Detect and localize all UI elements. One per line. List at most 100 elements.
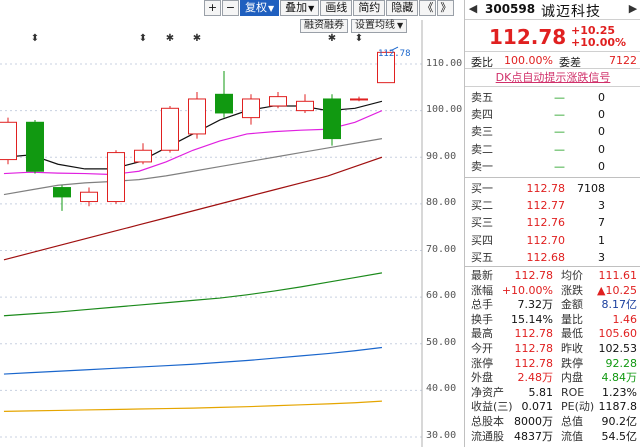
kline-chart-area[interactable]: ⬍ ⬍ ✱ ✱ ✱ ⬍ + − 复权▼ 叠加▼ 画线 简约 隐藏 《 》 融资融券 设置均… [0, 0, 464, 447]
y-tick-label: 80.00 [426, 197, 457, 208]
y-tick-label: 60.00 [426, 290, 457, 301]
dk-signal-link[interactable]: DK点自动提示涨跌信号 [496, 71, 611, 84]
zoom-in-button[interactable]: + [204, 0, 221, 16]
bid-level-label: 买五 [471, 250, 493, 264]
stat-label: 内盘 [561, 371, 583, 385]
quote-panel: ◀ 300598 诚迈科技 ▶ 112.78 +10.25 +10.00% 委比… [464, 0, 640, 447]
stat-row: 总股本 8000万 总值 90.2亿 [465, 415, 640, 429]
stat-row: 最高 112.78 最低 105.60 [465, 327, 640, 341]
ask-row: 卖五 — 0 [465, 89, 640, 106]
stat-value: 111.61 [598, 269, 638, 282]
event-marker-icon: ⬍ [355, 33, 363, 44]
overlay-label: 叠加 [285, 1, 308, 14]
event-marker-icon: ✱ [193, 33, 201, 44]
next-stock-icon[interactable]: ▶ [627, 2, 639, 16]
stat-label: 均价 [561, 269, 583, 282]
stat-value: 54.5亿 [601, 429, 638, 443]
bid-level-label: 买一 [471, 182, 493, 195]
margin-trading-button[interactable]: 融资融券 [300, 19, 348, 33]
chart-subbar: 融资融券 设置均线 ▼ [300, 19, 410, 33]
ask-volume: 0 [598, 142, 605, 156]
candle-up [269, 96, 287, 107]
quote-summary: 112.78 +10.25 +10.00% [465, 21, 640, 52]
draw-line-button[interactable]: 画线 [320, 0, 353, 16]
fuquan-label: 复权 [245, 1, 267, 14]
order-diff-value: 7122 [609, 54, 637, 67]
overlay-button[interactable]: 叠加▼ [280, 0, 320, 16]
stat-row: 换手 15.14% 量比 1.46 [465, 313, 640, 327]
stat-row: 外盘 2.48万 内盘 4.84万 [465, 371, 640, 385]
prev-stock-icon[interactable]: ◀ [467, 2, 479, 16]
ask-volume: 0 [598, 159, 605, 173]
ask-level-label: 卖一 [471, 159, 493, 173]
ask-row: 卖二 — 0 [465, 141, 640, 158]
stat-label: 总股本 [471, 415, 504, 428]
chart-toolbar: + − 复权▼ 叠加▼ 画线 简约 隐藏 《 》 [204, 0, 455, 16]
candle-up [296, 100, 314, 112]
simple-mode-button[interactable]: 简约 [353, 0, 386, 16]
stat-value: 92.28 [605, 356, 638, 370]
stat-value: 8.17亿 [601, 298, 638, 312]
stat-value: 102.53 [598, 342, 638, 355]
y-tick-label: 90.00 [426, 151, 457, 162]
ma-line-ma20 [3, 138, 383, 196]
bid-row: 买四 112.70 1 [465, 232, 640, 249]
ask-price: — [554, 125, 565, 139]
stat-value: 105.60 [598, 327, 638, 341]
fuquan-button[interactable]: 复权▼ [240, 0, 280, 16]
stat-label: 最新 [471, 269, 493, 282]
bid-level-label: 买四 [471, 233, 493, 247]
stat-row: 今开 112.78 昨收 102.53 [465, 342, 640, 356]
y-tick-label: 100.00 [426, 104, 463, 115]
stat-row: 流通股 4837万 流值 54.5亿 [465, 430, 640, 444]
next-period-button[interactable]: 》 [437, 0, 455, 16]
stat-value: 1187.8 [598, 400, 638, 414]
stat-label: 涨停 [471, 356, 493, 370]
hide-button[interactable]: 隐藏 [386, 0, 419, 16]
stat-value: 5.81 [528, 385, 554, 399]
ask-level-label: 卖四 [471, 108, 493, 122]
stat-label: ROE [561, 385, 585, 399]
stat-row: 收益(三) 0.071 PE(动) 1187.8 [465, 400, 640, 414]
stat-label: 今开 [471, 342, 493, 355]
candle-up [134, 149, 152, 163]
event-marker-icon: ✱ [328, 33, 336, 44]
prev-period-button[interactable]: 《 [419, 0, 437, 16]
candle-down [26, 121, 44, 172]
zoom-out-button[interactable]: − [222, 0, 239, 16]
bid-price: 112.68 [526, 250, 566, 264]
bid-row: 买一 112.78 7108 [465, 180, 640, 197]
stat-label: 量比 [561, 312, 583, 326]
stat-value: 112.78 [514, 327, 554, 341]
candle-up [80, 191, 98, 203]
y-tick-label: 110.00 [426, 58, 463, 69]
y-tick-label: 30.00 [426, 430, 457, 441]
stat-row: 净资产 5.81 ROE 1.23% [465, 386, 640, 400]
stat-row: 最新 112.78 均价 111.61 [465, 269, 640, 283]
ask-price: — [554, 108, 565, 122]
stat-value: 112.78 [514, 356, 554, 370]
candle-up [350, 98, 368, 101]
candle-up [161, 107, 179, 151]
bid-row: 买三 112.76 7 [465, 214, 640, 231]
stat-value: 90.2亿 [601, 415, 638, 428]
stock-code: 300598 [485, 2, 536, 16]
ma-line-ma250 [3, 346, 383, 375]
y-tick-label: 50.00 [426, 337, 457, 348]
stat-value: 4.84万 [601, 371, 638, 385]
book-divider [465, 177, 640, 178]
ma-settings-button[interactable]: 设置均线 ▼ [351, 19, 408, 33]
y-tick-label: 40.00 [426, 383, 457, 394]
bid-level-label: 买二 [471, 199, 493, 213]
change-block: +10.25 +10.00% [571, 25, 626, 49]
stat-label: 总手 [471, 298, 493, 312]
order-ratio-value: 100.00% [504, 54, 553, 67]
event-marker-icon: ⬍ [139, 33, 147, 44]
stat-value: 8000万 [514, 415, 553, 428]
ask-row: 卖三 — 0 [465, 123, 640, 140]
stat-label: 流通股 [471, 429, 504, 443]
stat-label: 涨幅 [471, 283, 493, 297]
kline-chart[interactable]: ⬍ ⬍ ✱ ✱ ✱ ⬍ [0, 0, 464, 447]
signal-link-row: DK点自动提示涨跌信号 [465, 70, 640, 87]
candle-up [107, 152, 125, 203]
